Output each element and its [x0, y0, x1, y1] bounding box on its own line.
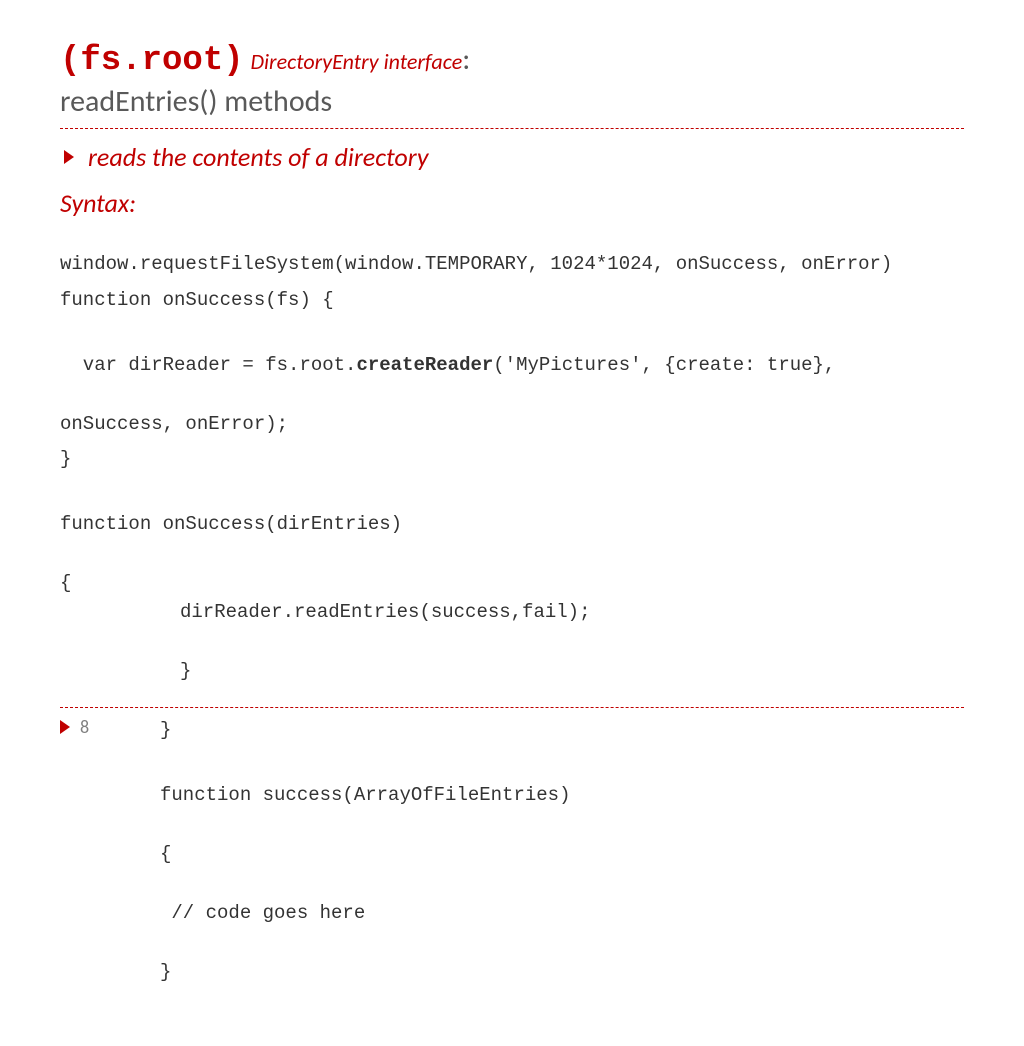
title-code: (fs.root): [60, 42, 244, 80]
code-line: window.requestFileSystem(window.TEMPORAR…: [60, 253, 892, 275]
triangle-icon: [64, 150, 74, 164]
code-line: function success(ArrayOfFileEntries): [60, 781, 964, 810]
page-indicator: 8: [60, 716, 964, 738]
bullet-text: reads the contents of a directory: [88, 141, 428, 173]
code-line: }: [60, 657, 964, 686]
syntax-label: Syntax:: [60, 187, 964, 219]
code-line: }: [60, 958, 964, 987]
code-line: {: [60, 572, 71, 594]
code-block: window.requestFileSystem(window.TEMPORAR…: [60, 221, 964, 1046]
code-line: function onSuccess(fs) {: [60, 286, 964, 315]
page-number: 8: [80, 716, 89, 738]
code-line: // code goes here: [60, 899, 964, 928]
title-interface: DirectoryEntry interface: [250, 48, 462, 75]
code-line: dirReader.readEntries(success,fail);: [60, 598, 964, 627]
title-colon: :: [462, 41, 470, 78]
footer-divider: [60, 707, 964, 708]
code-line: }: [60, 445, 964, 474]
title-divider: [60, 128, 964, 129]
triangle-icon: [60, 720, 70, 734]
slide-footer: 8: [60, 707, 964, 738]
code-line: onSuccess, onError);: [60, 413, 288, 435]
slide: (fs.root) DirectoryEntry interface: read…: [0, 0, 1024, 768]
code-line: {: [60, 840, 964, 869]
code-line: function onSuccess(dirEntries): [60, 510, 964, 539]
bullet-item: reads the contents of a directory: [64, 141, 964, 173]
title-line2: readEntries() methods: [60, 83, 332, 120]
code-line: var dirReader = fs.root.createReader('My…: [60, 351, 964, 380]
slide-title: (fs.root) DirectoryEntry interface: read…: [60, 40, 964, 120]
